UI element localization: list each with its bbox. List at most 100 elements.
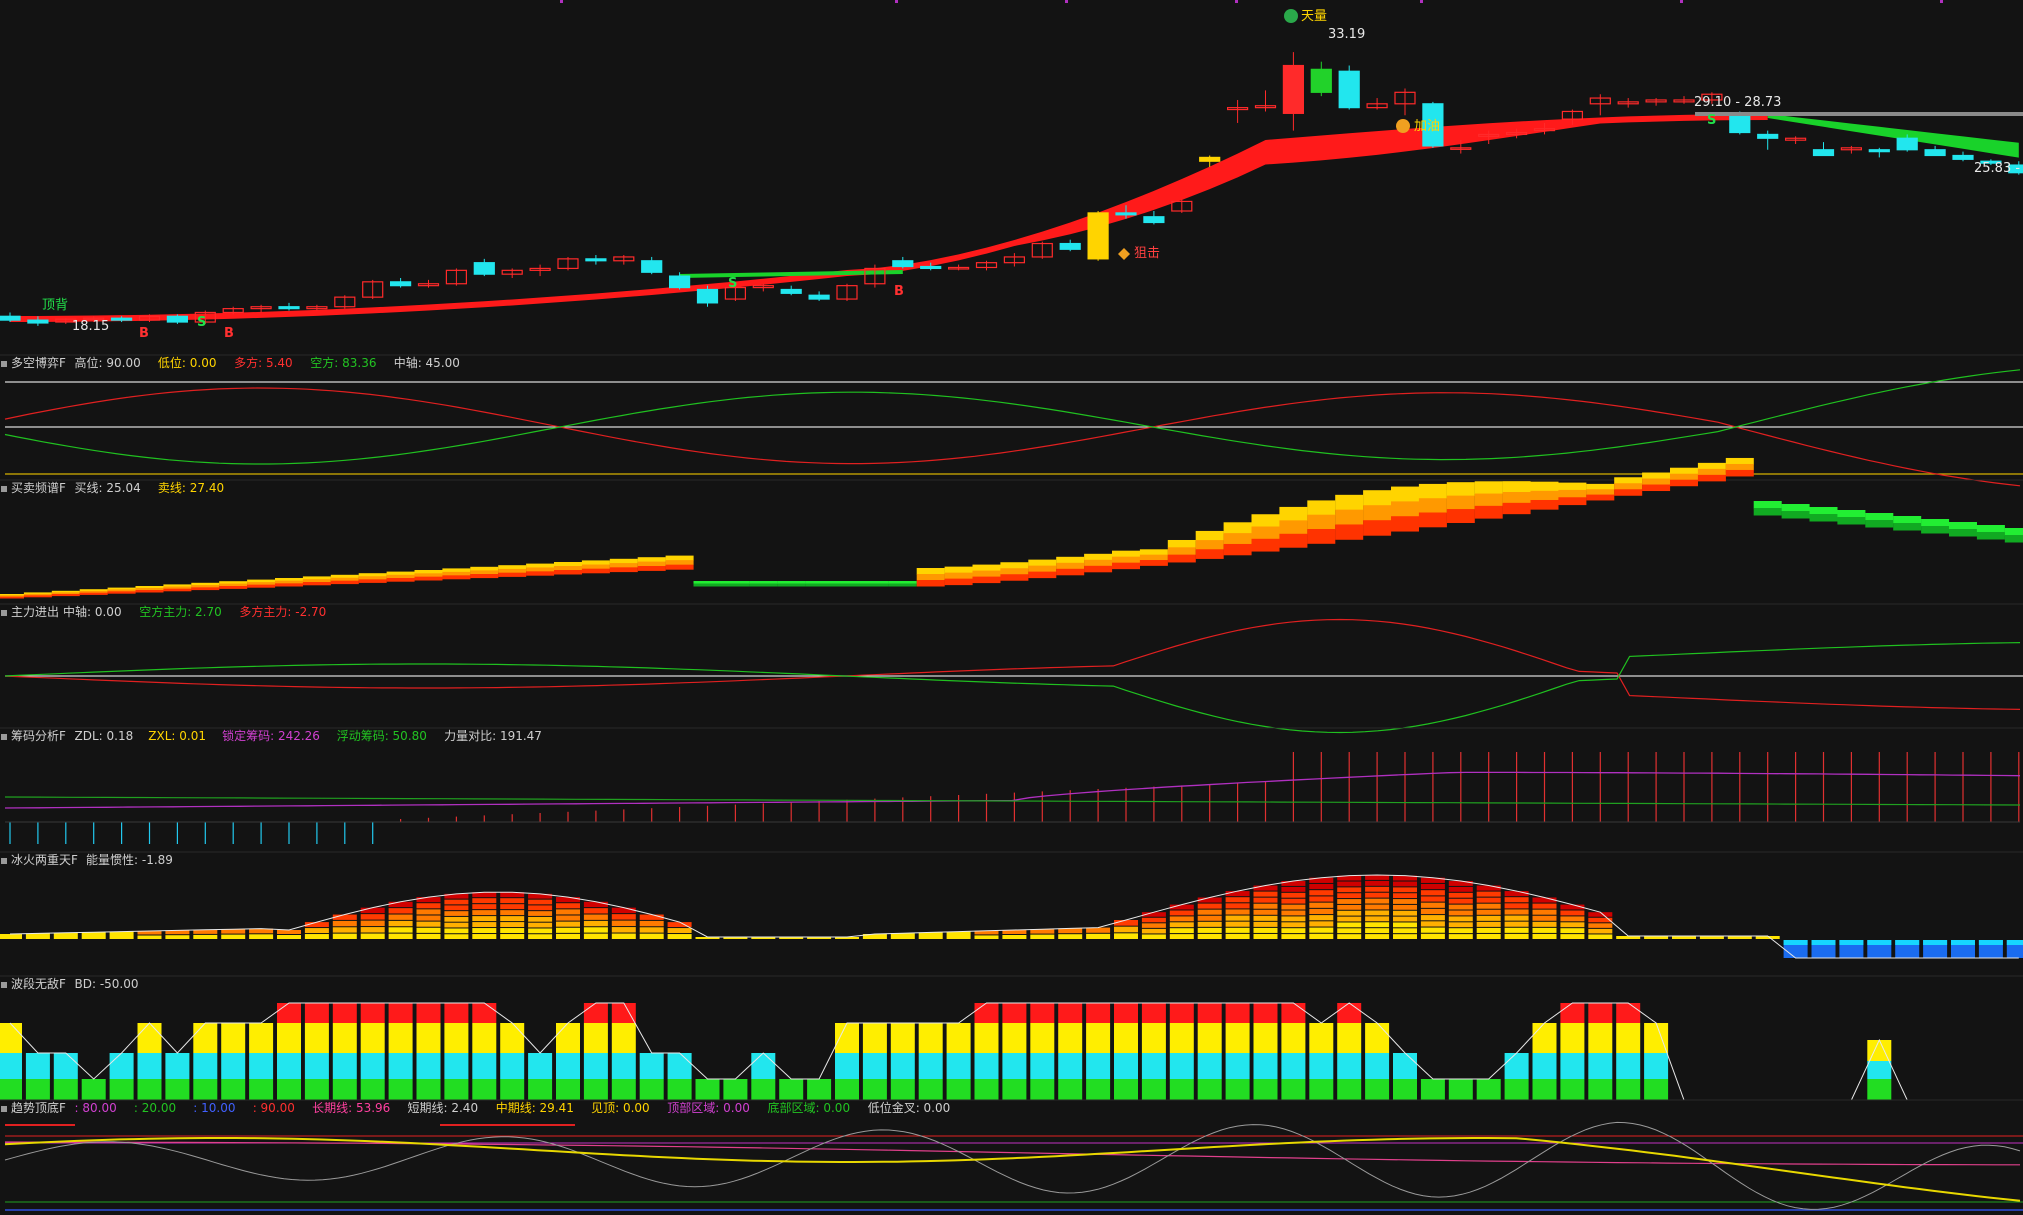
panel-param: 见顶: 0.00	[591, 1101, 650, 1115]
wave-bar	[1644, 1053, 1669, 1079]
energy-bar	[1476, 927, 1501, 933]
heaven-volume-icon	[1284, 9, 1298, 23]
energy-bar	[1393, 916, 1417, 922]
wave-bar	[1086, 1053, 1111, 1079]
energy-bar	[1448, 910, 1473, 916]
wave-bar	[1169, 1053, 1194, 1079]
panel-header: 主力进出 中轴: 0.00 空方主力: 2.70 多方主力: -2.70	[1, 604, 326, 619]
energy-bar	[1448, 898, 1473, 904]
wave-bar	[946, 1053, 971, 1079]
energy-bar	[639, 933, 664, 939]
energy-bar	[1504, 903, 1529, 909]
wave-bar	[611, 1079, 636, 1100]
energy-bar	[1504, 927, 1529, 933]
spectrum-bar	[1725, 463, 1754, 471]
energy-bar	[444, 905, 469, 911]
energy-bar	[500, 922, 525, 928]
wave-bar	[528, 1053, 553, 1079]
wave-bar	[332, 1003, 357, 1023]
spectrum-bar	[358, 579, 387, 583]
wave-bar	[1141, 1053, 1166, 1079]
energy-bar	[1309, 890, 1334, 896]
signal-snipe: 狙击	[1134, 246, 1160, 261]
spectrum-bar	[1530, 490, 1559, 501]
energy-bar	[1169, 928, 1194, 934]
energy-bar	[444, 928, 469, 934]
wave-bar	[1616, 1003, 1641, 1023]
energy-bar	[918, 932, 943, 939]
spectrum-bar	[1614, 489, 1643, 496]
energy-bar	[611, 914, 636, 920]
spectrum-bar	[1223, 522, 1252, 534]
candle-body	[808, 294, 830, 300]
wave-bar	[918, 1053, 943, 1079]
wave-bar	[1253, 1079, 1278, 1100]
spectrum-bar	[1809, 514, 1838, 522]
spectrum-bar	[358, 573, 387, 577]
spectrum-bar	[526, 563, 555, 568]
spectrum-bar	[1307, 500, 1336, 516]
energy-bar	[1337, 928, 1362, 934]
energy-bar	[583, 927, 608, 933]
wave-bar	[0, 1079, 22, 1100]
spectrum-bar	[1781, 504, 1810, 512]
energy-bar	[332, 920, 357, 927]
spectrum-bar	[1363, 520, 1392, 536]
wave-bar	[137, 1079, 162, 1100]
spectrum-bar	[1028, 559, 1057, 567]
spectrum-bar	[1558, 482, 1587, 491]
wave-bar	[1644, 1079, 1669, 1100]
wave-bar	[25, 1053, 50, 1079]
energy-bar	[1309, 915, 1334, 921]
wave-bar	[332, 1023, 357, 1053]
energy-bar	[388, 920, 413, 927]
energy-bar	[583, 908, 608, 914]
wave-bar	[890, 1053, 915, 1079]
spectrum-bar	[944, 578, 973, 586]
wave-bar	[193, 1053, 218, 1079]
wave-bar	[1560, 1053, 1585, 1079]
spectrum-bar	[23, 595, 52, 598]
spectrum-bar	[1391, 516, 1419, 532]
wave-bar	[611, 1003, 636, 1023]
wave-bar	[1002, 1053, 1027, 1079]
candle-body	[27, 319, 49, 324]
spectrum-bar	[414, 576, 443, 581]
energy-bar	[444, 916, 469, 922]
energy-bar	[1588, 934, 1613, 939]
wave-bar	[667, 1079, 692, 1100]
spectrum-bar	[1363, 505, 1392, 521]
energy-bar	[221, 934, 246, 939]
wave-bar	[1002, 1023, 1027, 1053]
wave-bar	[1030, 1079, 1055, 1100]
wave-bar	[723, 1079, 748, 1100]
energy-bar	[444, 899, 469, 905]
energy-bar	[1225, 933, 1250, 939]
energy-bar	[1365, 898, 1390, 904]
buy-signal-2: B	[224, 326, 234, 341]
spectrum-bar	[1139, 549, 1168, 556]
collapse-icon	[1, 361, 7, 367]
spectrum-bar	[2004, 528, 2023, 536]
wave-bar	[416, 1079, 441, 1100]
candle-body	[1952, 154, 1974, 160]
spectrum-bar	[1307, 529, 1336, 544]
wave-bar	[332, 1053, 357, 1079]
price-label-low: 18.15	[72, 319, 109, 334]
energy-bar	[416, 921, 441, 927]
spectrum-bar	[888, 583, 917, 587]
spectrum-bar	[1781, 511, 1810, 519]
spectrum-bar	[1139, 560, 1168, 566]
panel-param: : 90.00	[253, 1101, 295, 1115]
energy-bar	[1365, 875, 1390, 880]
spectrum-bar	[1446, 509, 1475, 523]
candle-body	[1924, 149, 1946, 157]
energy-bar	[1281, 928, 1306, 934]
refuel-icon	[1396, 119, 1410, 133]
candle-body	[1338, 70, 1360, 109]
top-tick	[1065, 0, 1068, 3]
spectrum-bar	[1530, 481, 1559, 492]
panel-param: 空方主力: 2.70	[139, 604, 222, 619]
panel-header: 冰火两重天F 能量惯性: -1.89	[1, 852, 173, 867]
energy-bar	[1420, 927, 1445, 933]
